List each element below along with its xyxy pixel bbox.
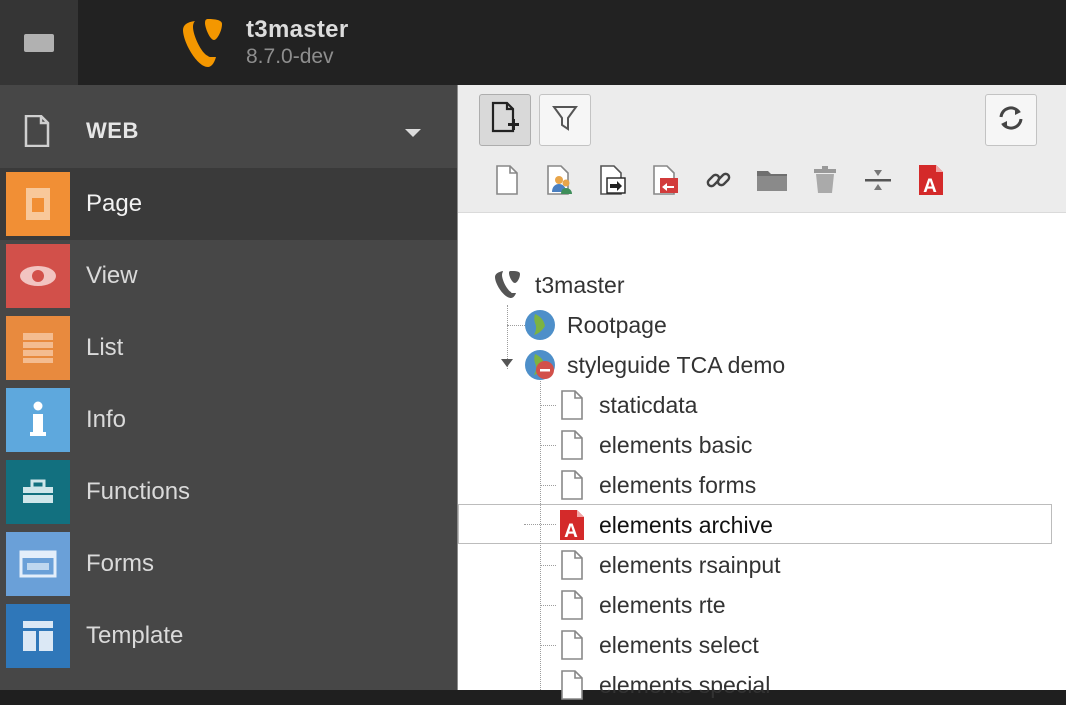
refresh-button[interactable]	[985, 94, 1037, 146]
page-icon	[555, 388, 589, 422]
tree-node[interactable]: elements select	[555, 625, 759, 665]
module-item-label: Info	[86, 406, 127, 433]
tree-node-label: elements rte	[599, 591, 726, 618]
chevron-down-icon	[405, 129, 421, 137]
doktype-link-icon[interactable]	[702, 160, 736, 200]
module-item-view[interactable]: View	[0, 240, 457, 312]
archive-icon: A	[555, 508, 589, 542]
filter-icon	[552, 104, 578, 137]
tree-connector	[540, 645, 556, 646]
new-page-button[interactable]	[479, 94, 531, 146]
svg-text:A: A	[923, 176, 937, 197]
tree-node[interactable]: elements rsainput	[555, 545, 781, 585]
page-module-icon	[6, 172, 70, 236]
doktype-recycler-icon[interactable]	[808, 160, 842, 200]
tree-node-label: elements forms	[599, 471, 757, 498]
new-page-icon	[490, 101, 520, 140]
doktype-folder-icon[interactable]	[755, 160, 789, 200]
svg-text:A: A	[564, 521, 578, 542]
tree-node[interactable]: staticdata	[555, 385, 697, 425]
module-item-label: Forms	[86, 550, 154, 577]
module-menu-toggle-button[interactable]	[0, 0, 78, 85]
tree-node[interactable]: elements basic	[555, 425, 752, 465]
eye-icon	[6, 244, 70, 308]
collapse-caret-icon[interactable]	[501, 359, 513, 367]
module-group-web[interactable]: WEB	[0, 85, 457, 168]
topbar: t3master 8.7.0-dev	[0, 0, 1066, 605]
tree-connector	[540, 405, 556, 406]
tree-node-label: Rootpage	[567, 311, 667, 338]
module-item-functions[interactable]: Functions	[0, 456, 457, 528]
module-item-label: Functions	[86, 478, 191, 505]
globe-hidden-icon	[523, 348, 557, 382]
page-icon	[555, 548, 589, 582]
page-icon	[555, 628, 589, 662]
doktype-backend-user-icon[interactable]	[543, 160, 577, 200]
tree-connector	[540, 605, 556, 606]
refresh-icon	[996, 103, 1026, 138]
tree-node-label: t3master	[535, 271, 625, 298]
tree-root[interactable]: t3master	[491, 265, 624, 305]
module-item-label: Page	[86, 190, 143, 217]
page-icon	[555, 468, 589, 502]
pagetree-panel: A t3master Rootpage styleguide TCA demo …	[457, 85, 1066, 700]
typo3-logo-icon	[178, 14, 226, 72]
toolbox-icon	[6, 460, 70, 524]
module-item-label: Template	[86, 622, 184, 649]
brand[interactable]: t3master 8.7.0-dev	[178, 14, 348, 72]
module-item-forms[interactable]: Forms	[0, 528, 457, 600]
doktype-mountpoint-icon[interactable]	[649, 160, 683, 200]
tree-node-label: staticdata	[599, 391, 698, 418]
module-menu-toggle-icon	[24, 33, 54, 52]
module-menu: WEB Page View List Info Functions Forms …	[0, 85, 457, 690]
page-icon	[555, 668, 589, 702]
tree-connector	[540, 565, 556, 566]
forms-icon	[6, 532, 70, 596]
doktype-archive-icon[interactable]: A	[914, 160, 948, 200]
tree-node-label: elements select	[599, 631, 759, 658]
module-item-label: View	[86, 262, 138, 289]
tree-node-label: elements rsainput	[599, 551, 781, 578]
doktype-spacer-icon[interactable]	[861, 160, 895, 200]
module-item-info[interactable]: Info	[0, 384, 457, 456]
typo3-root-icon	[491, 268, 525, 302]
page-document-icon	[24, 114, 50, 152]
module-item-page[interactable]: Page	[0, 168, 457, 240]
tree-node-label: elements basic	[599, 431, 753, 458]
tree-node[interactable]: elements forms	[555, 465, 756, 505]
page-tree: t3master Rootpage styleguide TCA demo st…	[458, 213, 1066, 700]
tree-node[interactable]: Rootpage	[523, 305, 667, 345]
template-icon	[6, 604, 70, 668]
tree-connector	[540, 381, 541, 690]
page-icon	[555, 588, 589, 622]
tree-node[interactable]: elements rte	[555, 585, 726, 625]
module-item-label: List	[86, 334, 124, 361]
tree-node-label: styleguide TCA demo	[567, 351, 786, 378]
tree-node[interactable]: elements special	[555, 665, 770, 705]
globe-icon	[523, 308, 557, 342]
info-icon	[6, 388, 70, 452]
page-icon	[555, 428, 589, 462]
module-item-template[interactable]: Template	[0, 600, 457, 672]
tree-connector	[540, 485, 556, 486]
tree-node[interactable]: styleguide TCA demo	[523, 345, 785, 385]
list-icon	[6, 316, 70, 380]
tree-node-label: elements archive	[599, 511, 773, 538]
tree-connector	[524, 524, 556, 525]
site-version: 8.7.0-dev	[246, 45, 334, 68]
tree-node-label: elements special	[599, 671, 771, 698]
module-item-list[interactable]: List	[0, 312, 457, 384]
filter-button[interactable]	[539, 94, 591, 146]
doktype-shortcut-icon[interactable]	[596, 160, 630, 200]
tree-connector	[540, 445, 556, 446]
pagetree-toolbar: A	[458, 85, 1066, 213]
module-group-label: WEB	[86, 118, 139, 143]
doktype-page-icon[interactable]	[490, 160, 524, 200]
tree-node-selected[interactable]: A elements archive	[555, 505, 773, 545]
site-name: t3master	[246, 16, 349, 43]
